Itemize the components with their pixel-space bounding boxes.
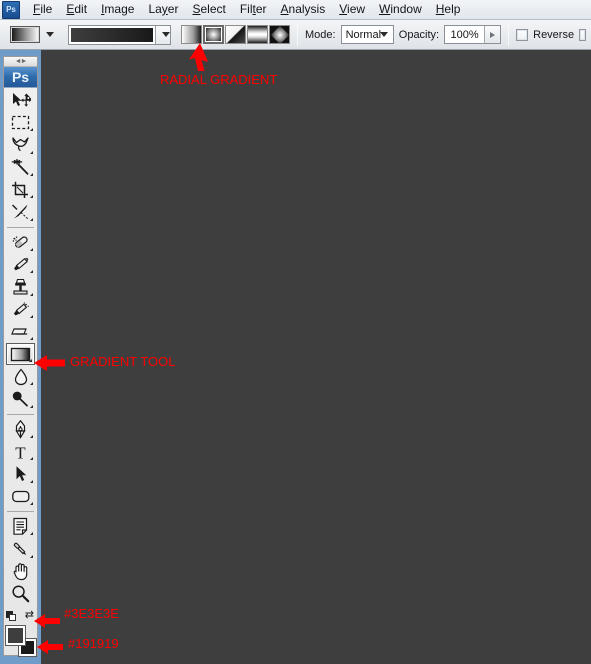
hand-tool[interactable] — [6, 561, 35, 582]
clone-stamp-tool[interactable] — [6, 276, 35, 297]
flyout-indicator-icon — [30, 502, 33, 506]
annotation-arrow-background — [37, 640, 63, 654]
annotation-radial-gradient: RADIAL GRADIENT — [160, 72, 278, 87]
flyout-indicator-icon — [30, 315, 33, 319]
reverse-checkbox-row[interactable]: Reverse — [516, 28, 575, 41]
menu-item-file[interactable]: File — [26, 1, 59, 18]
menu-bar: Ps File Edit Image Layer Select Filter A… — [0, 0, 591, 20]
opacity-value[interactable]: 100% — [445, 26, 484, 43]
blend-mode-select[interactable]: Normal — [340, 25, 395, 44]
tool-group-separator — [7, 511, 34, 513]
tool-group-separator — [7, 226, 34, 228]
flyout-indicator-icon — [30, 195, 33, 199]
angle-gradient-button[interactable] — [225, 25, 246, 44]
flyout-indicator-icon — [30, 532, 33, 536]
flyout-indicator-icon — [30, 150, 33, 154]
type-tool[interactable]: T — [6, 441, 35, 462]
chevron-down-icon — [380, 32, 389, 37]
opacity-field[interactable]: 100% — [444, 25, 502, 44]
annotation-arrow-gradient-tool — [34, 355, 65, 371]
blur-tool[interactable] — [6, 366, 35, 387]
gradient-preset-thumbnail-icon[interactable] — [10, 26, 40, 43]
photoshop-logo-icon: Ps — [2, 0, 20, 19]
path-selection-tool[interactable] — [6, 463, 35, 484]
brush-tool[interactable] — [6, 254, 35, 275]
opacity-slider-button[interactable] — [484, 26, 501, 43]
menu-item-edit[interactable]: Edit — [59, 1, 94, 18]
menu-item-layer[interactable]: Layer — [141, 1, 185, 18]
chevron-down-icon[interactable] — [46, 32, 54, 37]
flyout-indicator-icon — [29, 359, 32, 362]
flyout-indicator-icon — [30, 247, 33, 251]
flyout-indicator-icon — [30, 172, 33, 176]
gradient-editor-strip[interactable] — [69, 25, 155, 44]
blend-mode-value: Normal — [345, 28, 382, 41]
flyout-indicator-icon — [30, 382, 33, 386]
panel-collapse-handle[interactable]: ◄► — [4, 57, 37, 67]
zoom-tool[interactable] — [6, 583, 35, 604]
dither-checkbox[interactable] — [578, 28, 587, 41]
flyout-indicator-icon — [30, 217, 33, 221]
photoshop-badge-icon: Ps — [4, 66, 37, 89]
annotation-arrow-radial — [189, 43, 208, 71]
menu-item-select[interactable]: Select — [185, 1, 232, 18]
menu-item-window[interactable]: Window — [372, 1, 429, 18]
annotation-gradient-tool: GRADIENT TOOL — [70, 354, 176, 369]
flyout-indicator-icon — [30, 435, 33, 439]
crop-tool[interactable] — [6, 179, 35, 200]
eraser-tool[interactable] — [6, 321, 35, 342]
marquee-tool[interactable] — [6, 112, 35, 133]
magic-wand-tool[interactable] — [6, 157, 35, 178]
flyout-indicator-icon — [30, 128, 33, 132]
move-tool[interactable] — [6, 89, 35, 110]
notes-tool[interactable] — [6, 516, 35, 537]
annotation-foreground-hex: #3E3E3E — [64, 606, 119, 621]
pen-tool[interactable] — [6, 419, 35, 440]
flyout-indicator-icon — [30, 270, 33, 274]
tool-options-bar: Mode: Normal Opacity: 100% Reverse — [0, 20, 591, 50]
opacity-label: Opacity: — [398, 28, 440, 41]
menu-item-help[interactable]: Help — [429, 1, 468, 18]
reverse-label: Reverse — [533, 28, 575, 41]
lasso-tool[interactable] — [6, 134, 35, 155]
menu-item-filter[interactable]: Filter — [233, 1, 274, 18]
flyout-indicator-icon — [30, 457, 33, 461]
flyout-indicator-icon — [30, 479, 33, 483]
options-separator — [297, 23, 298, 46]
photoshop-window: Ps File Edit Image Layer Select Filter A… — [0, 0, 591, 664]
chevron-down-icon — [162, 32, 170, 37]
annotation-arrow-foreground — [34, 614, 60, 628]
foreground-color-swatch[interactable] — [5, 624, 26, 646]
flyout-indicator-icon — [30, 292, 33, 296]
reverse-checkbox[interactable] — [516, 28, 529, 41]
dodge-tool[interactable] — [6, 388, 35, 409]
gradient-tool[interactable] — [6, 343, 35, 365]
svg-text:T: T — [15, 443, 26, 461]
shape-tool[interactable] — [6, 486, 35, 507]
slice-tool[interactable] — [6, 201, 35, 222]
menu-item-analysis[interactable]: Analysis — [274, 1, 333, 18]
flyout-indicator-icon — [30, 404, 33, 408]
mode-label: Mode: — [305, 28, 336, 41]
reflected-gradient-button[interactable] — [247, 25, 268, 44]
gradient-preset-picker[interactable] — [10, 26, 54, 43]
gradient-editor-picker[interactable] — [68, 24, 171, 45]
gradient-picker-dropdown-button[interactable] — [155, 25, 170, 44]
menu-item-view[interactable]: View — [332, 1, 372, 18]
menu-item-image[interactable]: Image — [94, 1, 141, 18]
history-brush-tool[interactable] — [6, 299, 35, 320]
flyout-indicator-icon — [30, 337, 33, 341]
options-separator — [508, 23, 510, 46]
eyedropper-tool[interactable] — [6, 538, 35, 559]
default-colors-icon[interactable] — [6, 610, 17, 622]
diamond-gradient-button[interactable] — [269, 25, 290, 44]
chevron-right-icon — [490, 31, 496, 38]
tool-group-separator — [7, 413, 34, 415]
flyout-indicator-icon — [30, 554, 33, 558]
annotation-background-hex: #191919 — [68, 636, 119, 651]
healing-brush-tool[interactable] — [6, 232, 35, 253]
